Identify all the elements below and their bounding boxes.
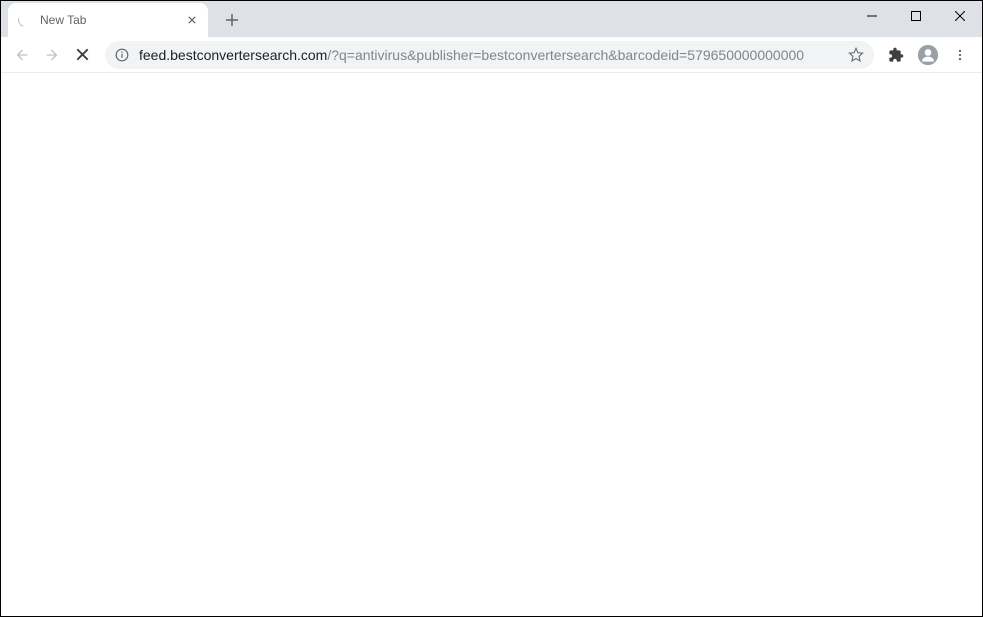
- tab-strip: New Tab: [1, 1, 982, 37]
- address-bar[interactable]: feed.bestconvertersearch.com/?q=antiviru…: [105, 41, 874, 69]
- window-close-button[interactable]: [938, 1, 982, 31]
- forward-button[interactable]: [38, 41, 66, 69]
- extensions-button[interactable]: [882, 41, 910, 69]
- tab-close-button[interactable]: [184, 12, 200, 28]
- page-content: [1, 73, 982, 616]
- star-icon: [848, 47, 864, 63]
- window-controls: [850, 1, 982, 31]
- loading-spinner-icon: [15, 10, 34, 29]
- browser-tab[interactable]: New Tab: [8, 3, 208, 37]
- info-icon: [115, 48, 129, 62]
- profile-button[interactable]: [914, 41, 942, 69]
- close-icon: [76, 48, 89, 61]
- minimize-button[interactable]: [850, 1, 894, 31]
- plus-icon: [225, 13, 239, 27]
- new-tab-button[interactable]: [218, 6, 246, 34]
- site-info-button[interactable]: [113, 46, 131, 64]
- toolbar: feed.bestconvertersearch.com/?q=antiviru…: [1, 37, 982, 73]
- bookmark-button[interactable]: [846, 45, 866, 65]
- url-domain: feed.bestconvertersearch.com: [139, 47, 327, 63]
- tab-title: New Tab: [40, 13, 184, 27]
- dots-vertical-icon: [953, 48, 967, 62]
- minimize-icon: [867, 11, 877, 21]
- stop-button[interactable]: [68, 41, 96, 69]
- menu-button[interactable]: [946, 41, 974, 69]
- arrow-right-icon: [44, 47, 60, 63]
- arrow-left-icon: [14, 47, 30, 63]
- close-icon: [188, 16, 196, 24]
- close-icon: [955, 11, 965, 21]
- back-button[interactable]: [8, 41, 36, 69]
- maximize-icon: [911, 11, 921, 21]
- puzzle-icon: [888, 47, 904, 63]
- url-path: /?q=antivirus&publisher=bestconvertersea…: [327, 47, 804, 63]
- url-display: feed.bestconvertersearch.com/?q=antiviru…: [139, 47, 846, 63]
- avatar-icon: [918, 45, 938, 65]
- maximize-button[interactable]: [894, 1, 938, 31]
